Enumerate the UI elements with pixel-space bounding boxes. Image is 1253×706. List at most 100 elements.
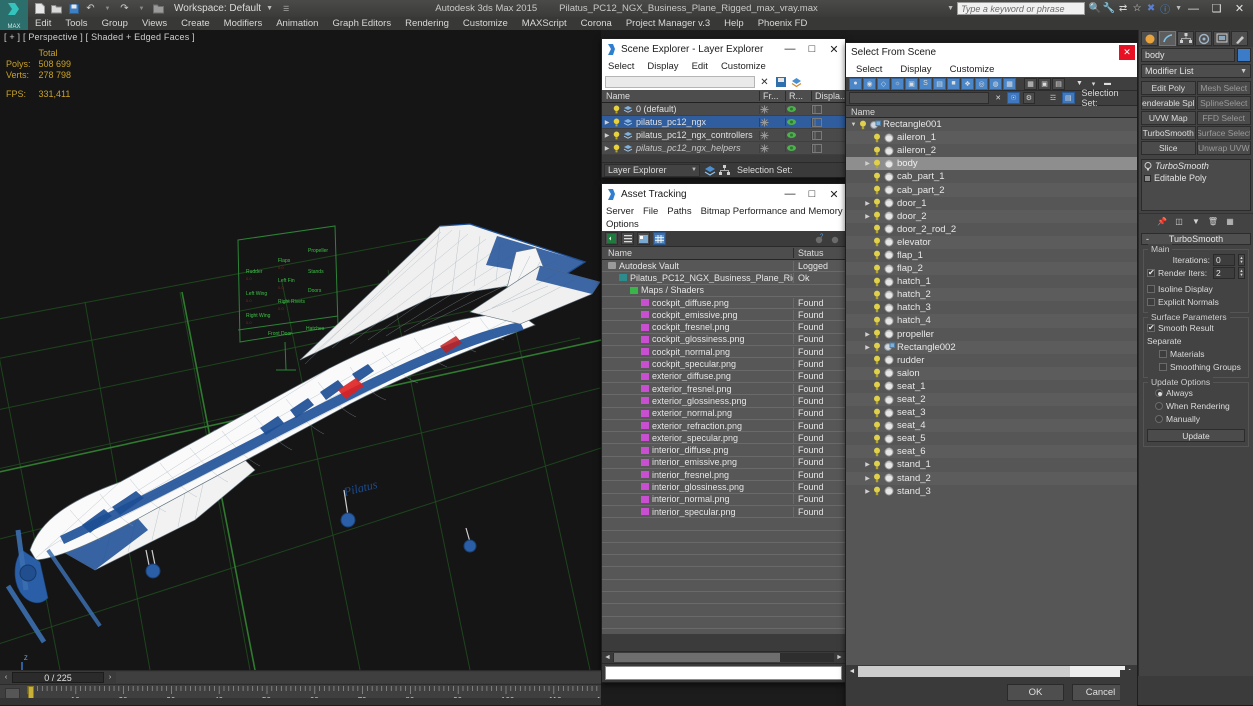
scene-object-row[interactable]: salon	[846, 367, 1137, 380]
clear-icon[interactable]: ✕	[758, 76, 771, 89]
scene-object-row[interactable]: hatch_4	[846, 314, 1137, 327]
select-children-icon[interactable]: ⚙	[1023, 92, 1035, 104]
maximize-button[interactable]: ❑	[1205, 0, 1228, 17]
scene-object-row[interactable]: seat_4	[846, 419, 1137, 432]
at-menu-bitmap[interactable]: Bitmap Performance and Memory	[701, 206, 843, 217]
prev-frame-icon[interactable]: ‹	[0, 674, 12, 681]
modifier-button-turbosmooth[interactable]: TurboSmooth	[1141, 126, 1196, 140]
update-manually-radio[interactable]	[1155, 415, 1163, 423]
scene-explorer-close[interactable]: ✕	[823, 39, 845, 59]
display-groups-icon[interactable]: ■	[947, 78, 960, 90]
menu-tools[interactable]: Tools	[58, 17, 94, 30]
lightbulb-icon[interactable]	[873, 434, 884, 444]
scene-object-row[interactable]: rudder	[846, 354, 1137, 367]
asset-row-empty[interactable]	[602, 592, 845, 604]
object-name-input[interactable]: body	[1141, 48, 1235, 62]
at-close[interactable]: ✕	[823, 184, 845, 204]
remove-modifier-icon[interactable]: 🗑	[1207, 215, 1220, 228]
se-menu-edit[interactable]: Edit	[692, 61, 708, 72]
scene-object-row[interactable]: ▶stand_2	[846, 472, 1137, 485]
isoline-checkbox[interactable]	[1147, 285, 1155, 293]
display-toggle-icon[interactable]	[811, 131, 845, 140]
asset-row[interactable]: exterior_fresnel.pngFound	[602, 383, 845, 395]
scroll-track[interactable]	[613, 653, 834, 662]
modifier-list-dropdown[interactable]: Modifier List ▼	[1141, 64, 1251, 78]
workspace-dropdown-icon[interactable]: ▼	[266, 5, 273, 12]
lightbulb-icon[interactable]	[873, 133, 884, 143]
redo-dropdown-icon[interactable]: ▼	[134, 1, 149, 16]
layer-row[interactable]: 0 (default)	[602, 103, 845, 116]
expand-arrow-icon[interactable]: ▶	[862, 475, 873, 482]
asset-row-empty[interactable]	[602, 604, 845, 616]
scene-explorer-search-input[interactable]	[605, 76, 755, 88]
sfs-find-input[interactable]	[849, 92, 989, 104]
display-spacewarps-icon[interactable]: ▤	[933, 78, 946, 90]
undo-dropdown-icon[interactable]: ▼	[100, 1, 115, 16]
display-lights-icon[interactable]: ☼	[891, 78, 904, 90]
asset-row[interactable]: cockpit_specular.pngFound	[602, 358, 845, 370]
workspace-menu-icon[interactable]: ☰	[283, 5, 289, 13]
at-minimize[interactable]: —	[779, 184, 801, 204]
refresh-icon[interactable]	[605, 232, 618, 245]
asset-row-empty[interactable]	[602, 617, 845, 629]
freeze-toggle-icon[interactable]	[759, 118, 785, 127]
select-by-name-icon[interactable]: ☉	[1007, 92, 1019, 104]
lightbulb-icon[interactable]	[873, 329, 884, 339]
asset-row[interactable]: interior_emissive.pngFound	[602, 457, 845, 469]
modifier-button-splineselect[interactable]: SplineSelect	[1197, 96, 1252, 110]
asset-row[interactable]: interior_normal.pngFound	[602, 494, 845, 506]
lightbulb-icon[interactable]	[1144, 162, 1152, 171]
lightbulb-icon[interactable]	[873, 250, 884, 260]
scene-object-row[interactable]: ▶propeller	[846, 328, 1137, 341]
sfs-scroll-track[interactable]	[858, 666, 1125, 677]
stack-item-turbosmooth[interactable]: TurboSmooth	[1142, 160, 1250, 172]
scene-object-row[interactable]: cab_part_1	[846, 170, 1137, 183]
layer-settings-icon[interactable]	[790, 76, 803, 89]
asset-path-input[interactable]	[605, 666, 842, 680]
se-col-freeze[interactable]: Fr...	[759, 91, 785, 101]
menu-rendering[interactable]: Rendering	[398, 17, 456, 30]
asset-row[interactable]: interior_fresnel.pngFound	[602, 469, 845, 481]
display-shapes-icon[interactable]: ◇	[877, 78, 890, 90]
tools-icon[interactable]: 🔧	[1102, 2, 1116, 16]
hierarchy-tab[interactable]	[1177, 31, 1194, 46]
sfs-scroll-left-icon[interactable]: ◄	[846, 668, 858, 675]
scene-object-row[interactable]: door_2_rod_2	[846, 223, 1137, 236]
lightbulb-icon[interactable]	[873, 159, 884, 169]
lightbulb-icon[interactable]	[873, 473, 884, 483]
scene-explorer-minimize[interactable]: —	[779, 39, 801, 59]
layers-icon[interactable]: ☲	[1047, 92, 1059, 104]
viewport-scroll-area[interactable]	[1120, 670, 1136, 705]
lightbulb-icon[interactable]	[873, 447, 884, 457]
display-tab[interactable]	[1213, 31, 1230, 46]
modifier-button-ffd-select[interactable]: FFD Select	[1197, 111, 1252, 125]
asset-row-empty[interactable]	[602, 531, 845, 543]
asset-tracking-titlebar[interactable]: Asset Tracking — □ ✕	[602, 184, 845, 204]
display-geometry-icon[interactable]: ◉	[863, 78, 876, 90]
scene-object-row[interactable]: seat_1	[846, 380, 1137, 393]
selection-set-icon[interactable]: ▤	[1062, 92, 1074, 104]
menu-create[interactable]: Create	[174, 17, 217, 30]
asset-row[interactable]: cockpit_emissive.pngFound	[602, 309, 845, 321]
scene-object-row[interactable]: cab_part_2	[846, 183, 1137, 196]
lightbulb-icon[interactable]	[873, 460, 884, 470]
sfs-menu-customize[interactable]: Customize	[950, 64, 995, 75]
lightbulb-icon[interactable]	[873, 408, 884, 418]
menu-help[interactable]: Help	[717, 17, 751, 30]
display-toggle-icon[interactable]	[811, 144, 845, 153]
layer-row[interactable]: ▶pilatus_pc12_ngx_controllers	[602, 129, 845, 142]
help-icon[interactable]: ⓘ	[1158, 2, 1172, 16]
scene-object-row[interactable]: aileron_1	[846, 131, 1137, 144]
render-toggle-icon[interactable]	[785, 131, 811, 139]
stack-expand-icon[interactable]	[1144, 175, 1151, 182]
help-dropdown-icon[interactable]: ▼	[1175, 5, 1182, 12]
render-toggle-icon[interactable]	[785, 118, 811, 126]
modifier-button-uvw-map[interactable]: UVW Map	[1141, 111, 1196, 125]
asset-row[interactable]: Pilatus_PC12_NGX_Business_Plane_Rigged_m…	[602, 272, 845, 284]
iterations-input[interactable]: 0	[1213, 254, 1235, 266]
clear-find-icon[interactable]: ✕	[992, 92, 1004, 104]
menu-corona[interactable]: Corona	[574, 17, 619, 30]
scene-explorer-mode-combo[interactable]: Layer Explorer ▼	[604, 164, 700, 177]
viewport-label[interactable]: [ + ] [ Perspective ] [ Shaded + Edged F…	[4, 32, 195, 42]
menu-group[interactable]: Group	[95, 17, 135, 30]
